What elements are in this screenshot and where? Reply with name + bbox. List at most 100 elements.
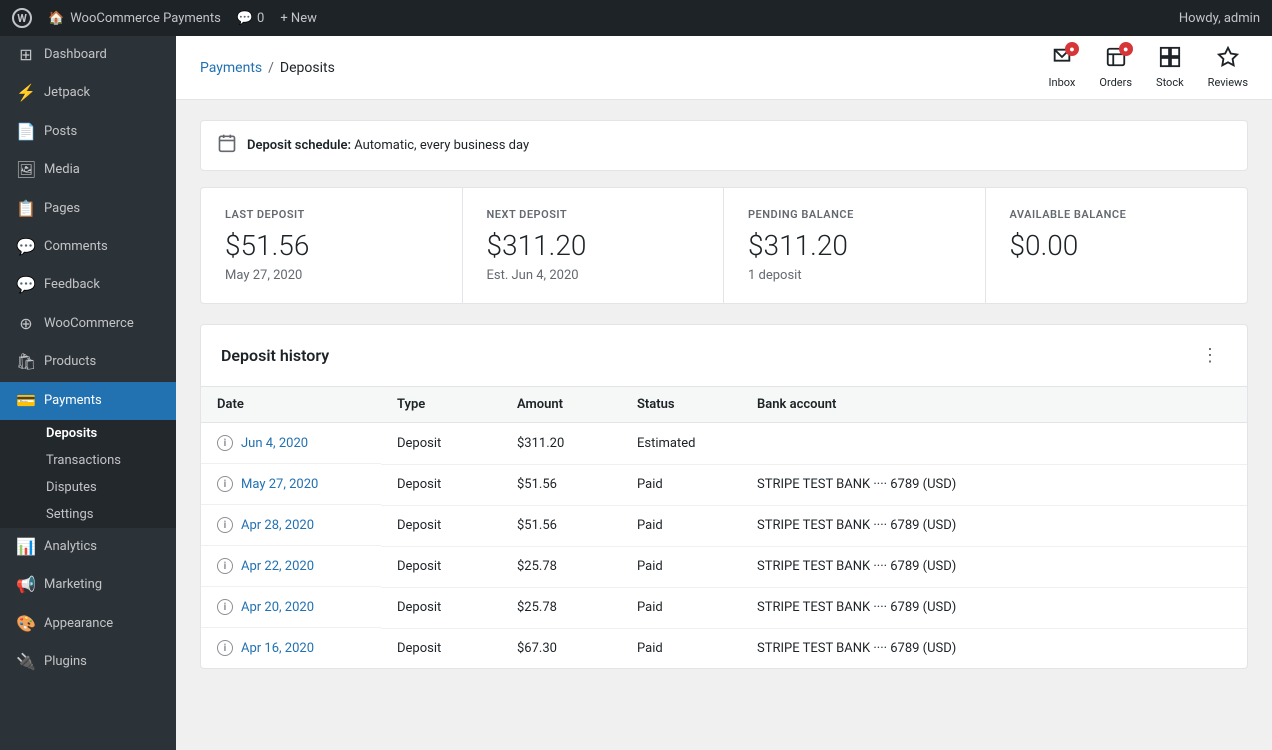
sidebar-item-marketing[interactable]: 📢 Marketing [0, 566, 176, 604]
new-label: + New [280, 11, 317, 26]
sidebar-label-marketing: Marketing [44, 576, 102, 594]
breadcrumb-parent-link[interactable]: Payments [200, 60, 262, 76]
next-deposit-value: $311.20 [487, 229, 700, 262]
more-options-button[interactable]: ⋮ [1193, 341, 1227, 370]
admin-bar-user[interactable]: Howdy, admin [1179, 11, 1260, 26]
cell-bank: STRIPE TEST BANK ···· 6789 (USD) [741, 628, 1247, 668]
sidebar: ⊞ Dashboard ⚡ Jetpack 📄 Posts 🖼 Media 📋 … [0, 36, 176, 750]
jetpack-icon: ⚡ [16, 82, 36, 104]
home-icon: 🏠 [48, 11, 64, 26]
cell-date: i Apr 16, 2020 [201, 628, 381, 668]
table-row: iApr 20, 2020Deposit$25.78PaidSTRIPE TES… [201, 587, 1247, 628]
sidebar-item-dashboard[interactable]: ⊞ Dashboard [0, 36, 176, 74]
info-icon[interactable]: i [217, 517, 233, 533]
col-header-type: Type [381, 387, 501, 423]
cell-bank [741, 423, 1247, 465]
available-balance-value: $0.00 [1010, 229, 1224, 262]
cell-amount: $25.78 [501, 587, 621, 628]
last-deposit-value: $51.56 [225, 229, 438, 262]
table-row: iApr 16, 2020Deposit$67.30PaidSTRIPE TES… [201, 628, 1247, 668]
sidebar-label-woocommerce: WooCommerce [44, 315, 134, 333]
cell-date: i May 27, 2020 [201, 464, 381, 505]
last-deposit-label: LAST DEPOSIT [225, 208, 438, 221]
comments-count: 0 [257, 11, 264, 26]
sidebar-item-jetpack[interactable]: ⚡ Jetpack [0, 74, 176, 112]
reviews-icon [1217, 46, 1239, 73]
cell-date: i Apr 20, 2020 [201, 587, 381, 628]
info-icon[interactable]: i [217, 640, 233, 656]
schedule-text: Deposit schedule: Automatic, every busin… [247, 138, 529, 153]
cell-amount: $25.78 [501, 546, 621, 587]
sidebar-item-feedback[interactable]: 💬 Feedback [0, 266, 176, 304]
cell-date: i Apr 28, 2020 [201, 505, 381, 546]
sidebar-label-posts: Posts [44, 123, 77, 141]
sidebar-item-plugins[interactable]: 🔌 Plugins [0, 643, 176, 681]
reviews-button[interactable]: Reviews [1208, 46, 1248, 89]
table-row: iApr 28, 2020Deposit$51.56PaidSTRIPE TES… [201, 505, 1247, 546]
sidebar-item-posts[interactable]: 📄 Posts [0, 113, 176, 151]
stock-label: Stock [1156, 76, 1184, 89]
admin-bar-site[interactable]: 🏠 WooCommerce Payments [48, 11, 221, 26]
stock-button[interactable]: Stock [1156, 46, 1184, 89]
breadcrumb-current: Deposits [280, 60, 335, 76]
posts-icon: 📄 [16, 121, 36, 143]
admin-bar-comments[interactable]: 💬 0 [237, 11, 265, 26]
stat-last-deposit: LAST DEPOSIT $51.56 May 27, 2020 [201, 188, 463, 303]
sidebar-label-plugins: Plugins [44, 653, 87, 671]
orders-label: Orders [1099, 76, 1132, 89]
deposits-label: Deposits [46, 426, 97, 441]
inbox-icon: ● [1051, 46, 1073, 73]
breadcrumb: Payments / Deposits [200, 60, 335, 76]
deposit-date-link[interactable]: Apr 28, 2020 [241, 518, 314, 533]
cell-date: i Jun 4, 2020 [201, 423, 381, 464]
orders-button[interactable]: ● Orders [1099, 46, 1132, 89]
pending-balance-value: $311.20 [748, 229, 961, 262]
deposit-date-link[interactable]: May 27, 2020 [241, 477, 318, 492]
sidebar-item-media[interactable]: 🖼 Media [0, 151, 176, 189]
admin-bar-new[interactable]: + New [280, 11, 317, 26]
deposit-history-table: Date Type Amount Status Bank account iJu… [201, 387, 1247, 668]
col-header-date: Date [201, 387, 381, 423]
payments-icon: 💳 [16, 390, 36, 412]
sidebar-label-jetpack: Jetpack [44, 84, 90, 102]
comments-sidebar-icon: 💬 [16, 236, 36, 258]
products-icon: 🛍 [16, 351, 36, 373]
cell-status: Estimated [621, 423, 741, 465]
next-deposit-label: NEXT DEPOSIT [487, 208, 700, 221]
col-header-status: Status [621, 387, 741, 423]
next-deposit-sub: Est. Jun 4, 2020 [487, 268, 700, 283]
sidebar-item-analytics[interactable]: 📊 Analytics [0, 528, 176, 566]
inbox-button[interactable]: ● Inbox [1049, 46, 1076, 89]
deposit-date-link[interactable]: Apr 16, 2020 [241, 641, 314, 656]
submenu-item-deposits[interactable]: Deposits [0, 420, 176, 447]
sidebar-item-appearance[interactable]: 🎨 Appearance [0, 605, 176, 643]
page-content: Deposit schedule: Automatic, every busin… [176, 100, 1272, 689]
submenu-item-disputes[interactable]: Disputes [0, 474, 176, 501]
deposit-date-link[interactable]: Jun 4, 2020 [241, 436, 308, 451]
sidebar-label-media: Media [44, 161, 80, 179]
transactions-label: Transactions [46, 453, 121, 468]
info-icon[interactable]: i [217, 599, 233, 615]
sidebar-item-payments[interactable]: 💳 Payments [0, 382, 176, 420]
sidebar-item-woocommerce[interactable]: ⊕ WooCommerce [0, 305, 176, 343]
sidebar-label-payments: Payments [44, 392, 102, 410]
cell-type: Deposit [381, 587, 501, 628]
deposit-date-link[interactable]: Apr 20, 2020 [241, 600, 314, 615]
sidebar-label-dashboard: Dashboard [44, 46, 107, 64]
main-content: Payments / Deposits ● Inbox ● [176, 36, 1272, 750]
info-icon[interactable]: i [217, 558, 233, 574]
col-header-bank: Bank account [741, 387, 1247, 423]
deposit-date-link[interactable]: Apr 22, 2020 [241, 559, 314, 574]
sidebar-item-comments[interactable]: 💬 Comments [0, 228, 176, 266]
site-name: WooCommerce Payments [70, 11, 221, 26]
info-icon[interactable]: i [217, 476, 233, 492]
cell-date: i Apr 22, 2020 [201, 546, 381, 587]
submenu-item-settings[interactable]: Settings [0, 501, 176, 528]
submenu-item-transactions[interactable]: Transactions [0, 447, 176, 474]
history-title: Deposit history [221, 346, 329, 365]
cell-bank: STRIPE TEST BANK ···· 6789 (USD) [741, 505, 1247, 546]
sidebar-item-products[interactable]: 🛍 Products [0, 343, 176, 381]
sidebar-item-pages[interactable]: 📋 Pages [0, 190, 176, 228]
info-icon[interactable]: i [217, 435, 233, 451]
appearance-icon: 🎨 [16, 613, 36, 635]
